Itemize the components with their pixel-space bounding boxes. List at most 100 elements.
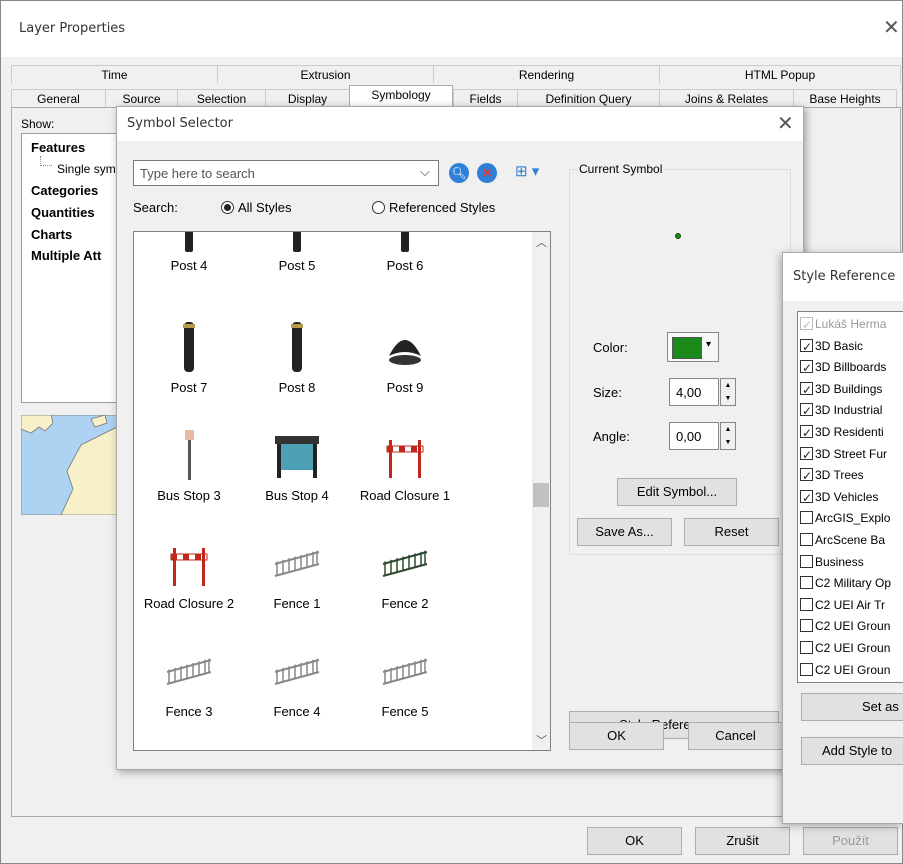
size-value[interactable]: 4,00 <box>676 385 701 400</box>
size-spin-buttons[interactable]: ▲ ▼ <box>720 378 736 406</box>
all-styles-radio[interactable]: All Styles <box>221 200 291 215</box>
color-picker[interactable]: ▾ <box>667 332 719 362</box>
scroll-down-icon[interactable]: ﹀ <box>536 732 547 748</box>
tab-display[interactable]: Display <box>265 89 349 107</box>
checkbox-checked-icon[interactable] <box>800 466 813 488</box>
ok-button[interactable]: OK <box>587 827 682 855</box>
tab-fields[interactable]: Fields <box>453 89 517 107</box>
tab-base-heights[interactable]: Base Heights <box>793 89 897 107</box>
checkbox-unchecked-icon[interactable] <box>800 554 813 568</box>
checkbox-checked-icon[interactable] <box>800 337 813 358</box>
scroll-up-icon[interactable]: ︿ <box>536 234 547 250</box>
symbol-gallery-item-label: Post 5 <box>278 258 316 273</box>
checkbox-unchecked-icon[interactable] <box>800 576 813 590</box>
checkbox-unchecked-icon[interactable] <box>800 511 813 525</box>
tab-selection[interactable]: Selection <box>177 89 265 107</box>
style-list-item[interactable]: C2 UEI Groun <box>800 638 903 660</box>
symbol-gallery-item[interactable]: Post 9 <box>350 310 460 418</box>
tab-html-popup[interactable]: HTML Popup <box>659 65 901 83</box>
symbol-selector-ok-button[interactable]: OK <box>569 722 664 750</box>
checkbox-checked-icon[interactable] <box>800 358 813 380</box>
checkbox-checked-icon[interactable] <box>800 380 813 401</box>
style-list-item[interactable]: 3D Trees <box>800 465 903 488</box>
close-icon[interactable]: ✕ <box>777 111 794 135</box>
tree-single-symbol[interactable]: Single sym <box>57 162 116 176</box>
symbol-gallery-item[interactable]: Road Closure 2 <box>134 526 244 634</box>
referenced-styles-radio[interactable]: Referenced Styles <box>372 200 495 215</box>
close-icon[interactable]: ✕ <box>883 15 900 39</box>
checkbox-unchecked-icon[interactable] <box>800 640 813 654</box>
symbol-gallery-item[interactable]: Bus Stop 4 <box>242 418 352 526</box>
scroll-thumb[interactable] <box>533 483 549 507</box>
angle-value[interactable]: 0,00 <box>676 429 701 444</box>
style-list-item[interactable]: ArcGIS_Explo <box>800 508 903 530</box>
checkbox-checked-icon[interactable] <box>800 401 813 423</box>
tab-source[interactable]: Source <box>105 89 177 107</box>
symbol-gallery-item[interactable]: Fence 4 <box>242 634 352 742</box>
save-as-button[interactable]: Save As... <box>577 518 672 546</box>
add-style-button[interactable]: Add Style to <box>801 737 903 765</box>
symbol-gallery-item[interactable]: Fence 1 <box>242 526 352 634</box>
symbol-gallery-item[interactable]: Post 8 <box>242 310 352 418</box>
clear-search-icon[interactable]: ✕ <box>477 163 497 183</box>
tab-label: Definition Query <box>545 92 632 106</box>
tab-label: Rendering <box>518 68 575 82</box>
angle-stepper[interactable]: 0,00 <box>669 422 719 450</box>
tab-definition-query[interactable]: Definition Query <box>517 89 659 107</box>
symbol-gallery-item[interactable]: Fence 5 <box>350 634 460 742</box>
edit-symbol-button[interactable]: Edit Symbol... <box>617 478 737 506</box>
set-as-default-button[interactable]: Set as <box>801 693 903 721</box>
checkbox-checked-icon[interactable] <box>800 423 813 445</box>
angle-spin-buttons[interactable]: ▲ ▼ <box>720 422 736 450</box>
style-list-item[interactable]: 3D Street Fur <box>800 444 903 466</box>
symbol-selector-cancel-button[interactable]: Cancel <box>688 722 783 750</box>
symbol-gallery-item[interactable]: Fence 2 <box>350 526 460 634</box>
gallery-scrollbar[interactable]: ︿ ﹀ <box>532 232 550 750</box>
checkbox-unchecked-icon[interactable] <box>800 532 813 546</box>
angle-label: Angle: <box>593 429 630 444</box>
size-stepper[interactable]: 4,00 <box>669 378 719 406</box>
apply-button[interactable]: Použít <box>803 827 898 855</box>
checkbox-checked-icon[interactable] <box>800 315 813 337</box>
tab-rendering[interactable]: Rendering <box>433 65 659 83</box>
style-list-item[interactable]: 3D Industrial <box>800 400 903 423</box>
tab-time[interactable]: Time <box>11 65 217 83</box>
style-list-item[interactable]: C2 Military Op <box>800 573 903 595</box>
tab-label: HTML Popup <box>744 68 816 82</box>
style-list-item[interactable]: ArcScene Ba <box>800 530 903 552</box>
checkbox-checked-icon[interactable] <box>800 445 813 466</box>
cancel-button[interactable]: Zrušit <box>695 827 790 855</box>
style-list-item[interactable]: Lukáš Herma <box>800 314 903 337</box>
symbol-gallery-item[interactable]: Post 7 <box>134 310 244 418</box>
checkbox-unchecked-icon[interactable] <box>800 662 813 676</box>
search-icon[interactable]: 🔍︎ <box>449 163 469 183</box>
symbol-gallery-item[interactable]: Road Closure 1 <box>350 418 460 526</box>
tree-features[interactable]: Features <box>31 140 85 155</box>
tree-quantities[interactable]: Quantities <box>31 205 95 220</box>
tree-charts[interactable]: Charts <box>31 227 72 242</box>
style-list-item[interactable]: C2 UEI Groun <box>800 616 903 638</box>
tree-multiple-attributes[interactable]: Multiple Att <box>31 248 101 263</box>
style-list-item[interactable]: 3D Basic <box>800 336 903 358</box>
symbol-gallery-item[interactable]: Bus Stop 3 <box>134 418 244 526</box>
search-input[interactable]: Type here to search ⌵ <box>133 160 439 186</box>
style-list-item[interactable]: 3D Buildings <box>800 379 903 401</box>
tab-label: Fields <box>469 92 502 106</box>
symbol-gallery-item[interactable]: Fence 3 <box>134 634 244 742</box>
checkbox-unchecked-icon[interactable] <box>800 597 813 611</box>
style-list-item[interactable]: 3D Billboards <box>800 357 903 380</box>
style-list-item[interactable]: 3D Residenti <box>800 422 903 445</box>
checkbox-checked-icon[interactable] <box>800 488 813 509</box>
style-list-item[interactable]: Business <box>800 552 903 574</box>
tab-joins-relates[interactable]: Joins & Relates <box>659 89 793 107</box>
style-list-item[interactable]: C2 UEI Air Tr <box>800 595 903 617</box>
tree-categories[interactable]: Categories <box>31 183 98 198</box>
tab-extrusion[interactable]: Extrusion <box>217 65 433 83</box>
reset-button[interactable]: Reset <box>684 518 779 546</box>
style-list-item[interactable]: C2 UEI Groun <box>800 660 903 682</box>
view-options-icon[interactable]: ⊞ ▾ <box>515 162 539 180</box>
style-list-item[interactable]: 3D Vehicles <box>800 487 903 509</box>
tab-general[interactable]: General <box>11 89 105 107</box>
chevron-down-icon[interactable]: ⌵ <box>420 164 430 180</box>
checkbox-unchecked-icon[interactable] <box>800 619 813 633</box>
